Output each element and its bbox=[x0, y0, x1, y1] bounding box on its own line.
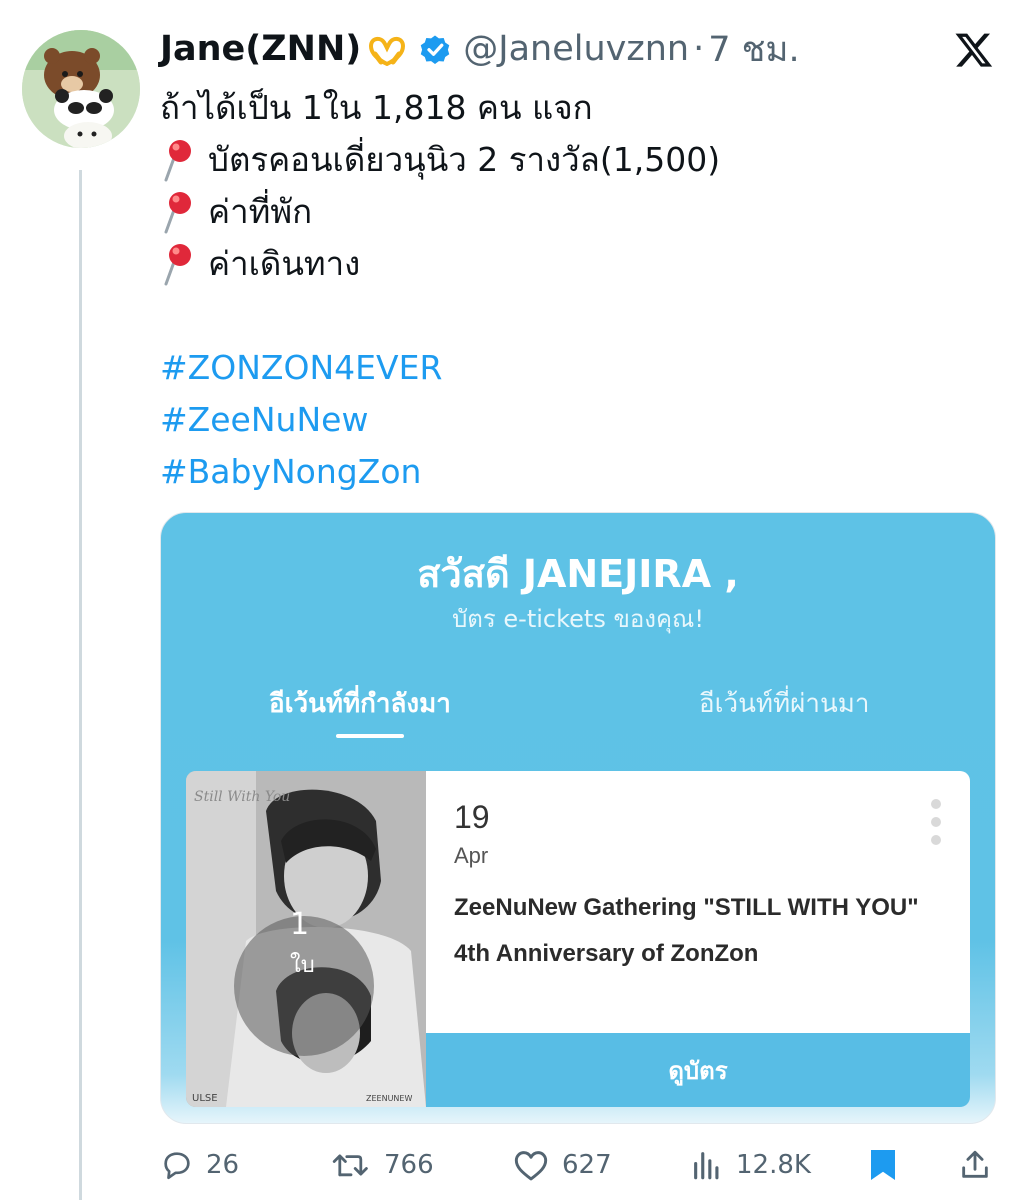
heart-icon bbox=[514, 1151, 548, 1181]
tab-upcoming-events[interactable]: อีเว้นท์ที่กำลังมา bbox=[269, 683, 451, 724]
tweet-line: ค่าที่พัก bbox=[160, 186, 990, 238]
tweet-line: ค่าเดินทาง bbox=[160, 238, 990, 290]
share-icon bbox=[962, 1150, 988, 1178]
pushpin-icon bbox=[160, 238, 208, 290]
event-day: 19 bbox=[454, 799, 490, 835]
event-title: ZeeNuNew Gathering "STILL WITH YOU" 4th … bbox=[454, 894, 919, 967]
hashtag-line: #ZONZON4EVER bbox=[160, 342, 990, 394]
bookmark-button[interactable] bbox=[868, 1142, 910, 1188]
tweet-line-text: ถ้าได้เป็น 1ใน 1,818 คน แจก bbox=[160, 88, 593, 127]
bookmark-icon bbox=[871, 1150, 895, 1180]
more-options-icon[interactable] bbox=[931, 799, 943, 853]
heart-hands-emoji-icon bbox=[367, 32, 407, 66]
author-handle[interactable]: @Janeluvznn bbox=[463, 29, 689, 69]
bear-avatar-icon bbox=[22, 30, 140, 148]
analytics-icon bbox=[694, 1152, 719, 1180]
tweet-time[interactable]: 7 ชม. bbox=[708, 22, 799, 77]
tab-past-events[interactable]: อีเว้นท์ที่ผ่านมา bbox=[699, 683, 870, 724]
repost-button[interactable]: 766 bbox=[330, 1142, 434, 1188]
x-logo-icon bbox=[953, 30, 995, 70]
reply-count: 26 bbox=[206, 1150, 240, 1180]
separator-dot: · bbox=[693, 29, 705, 69]
hashtag-line: #ZeeNuNew bbox=[160, 394, 990, 446]
hashtag-line: #BabyNongZon bbox=[160, 446, 990, 498]
card-subtitle: บัตร e-tickets ของคุณ! bbox=[452, 605, 704, 633]
pushpin-icon bbox=[160, 186, 208, 238]
event-month: Apr bbox=[454, 843, 489, 868]
repost-count: 766 bbox=[384, 1150, 434, 1180]
svg-text:ULSE: ULSE bbox=[192, 1093, 218, 1104]
thread-line bbox=[79, 170, 82, 1200]
tweet-header: Jane(ZNN) @Janeluvznn · 7 ชม. bbox=[160, 24, 800, 74]
tweet-line: ถ้าได้เป็น 1ใน 1,818 คน แจก bbox=[160, 82, 990, 134]
views-button[interactable]: 12.8K bbox=[690, 1142, 811, 1188]
card-greeting: สวัสดี JANEJIRA , bbox=[417, 552, 739, 596]
hashtag-link[interactable]: #ZeeNuNew bbox=[160, 394, 368, 446]
event-poster: Still With You ZEENUNEW ULSE 1 ใบ bbox=[186, 771, 426, 1107]
share-button[interactable] bbox=[958, 1142, 1004, 1188]
ticket-count: 1 bbox=[290, 907, 310, 942]
view-ticket-button[interactable]: ดูบัตร bbox=[426, 1033, 970, 1107]
tweet-line-text: ค่าเดินทาง bbox=[208, 244, 361, 283]
tweet-line-text: ค่าที่พัก bbox=[208, 192, 313, 231]
reply-icon bbox=[164, 1152, 190, 1180]
active-tab-indicator bbox=[336, 734, 404, 738]
like-count: 627 bbox=[562, 1150, 612, 1180]
author-name[interactable]: Jane(ZNN) bbox=[160, 29, 361, 69]
pushpin-icon bbox=[160, 134, 208, 186]
ticket-unit: ใบ bbox=[290, 953, 315, 978]
verified-badge-icon[interactable] bbox=[417, 31, 453, 67]
svg-text:Still With You: Still With You bbox=[194, 789, 290, 805]
repost-icon bbox=[332, 1154, 368, 1177]
like-button[interactable]: 627 bbox=[512, 1142, 612, 1188]
view-count: 12.8K bbox=[736, 1150, 811, 1180]
event-ticket-card[interactable]: Still With You ZEENUNEW ULSE 1 ใบ 19 Apr… bbox=[186, 771, 970, 1107]
tweet-line-text: บัตรคอนเดี่ยวนุนิว 2 รางวัล(1,500) bbox=[208, 140, 721, 179]
avatar[interactable] bbox=[22, 30, 140, 148]
tweet-text: ถ้าได้เป็น 1ใน 1,818 คน แจก บัตรคอนเดี่ย… bbox=[160, 82, 990, 498]
tweet-actions: 26 766 627 12.8K bbox=[160, 1142, 996, 1188]
reply-button[interactable]: 26 bbox=[160, 1142, 239, 1188]
ticket-screenshot-card[interactable]: สวัสดี JANEJIRA , บัตร e-tickets ของคุณ!… bbox=[160, 512, 996, 1124]
tweet-line: บัตรคอนเดี่ยวนุนิว 2 รางวัล(1,500) bbox=[160, 134, 990, 186]
svg-text:ZEENUNEW: ZEENUNEW bbox=[366, 1094, 412, 1103]
hashtag-link[interactable]: #ZONZON4EVER bbox=[160, 342, 442, 394]
hashtag-link[interactable]: #BabyNongZon bbox=[160, 446, 421, 498]
